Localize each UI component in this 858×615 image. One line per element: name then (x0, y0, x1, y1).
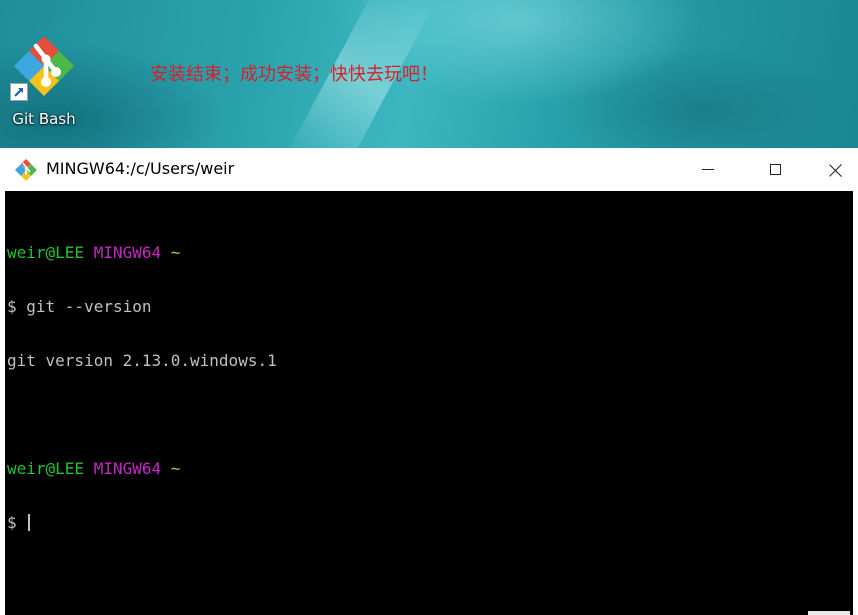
window-title: MINGW64:/c/Users/weir (46, 159, 235, 178)
close-button[interactable] (813, 148, 858, 191)
scrollbar-corner (808, 611, 850, 615)
prompt-system: MINGW64 (93, 459, 162, 478)
command-output: git version 2.13.0.windows.1 (7, 351, 277, 370)
prompt-path: ~ (170, 459, 181, 478)
close-icon (829, 163, 843, 177)
terminal-window[interactable]: MINGW64:/c/Users/weir weir@LEE MINGW64 ~… (0, 148, 858, 615)
desktop-icon-label: Git Bash (12, 110, 76, 128)
git-bash-shortcut[interactable]: Git Bash (4, 30, 84, 134)
prompt-user: weir@LEE (7, 459, 85, 478)
prompt-line: weir@LEE MINGW64 ~ (7, 244, 853, 262)
prompt-path: ~ (170, 243, 181, 262)
minimize-icon (702, 169, 714, 170)
text-cursor (28, 514, 31, 531)
input-prefix: $ (7, 513, 27, 532)
input-line[interactable]: $ (7, 514, 853, 532)
title-bar[interactable]: MINGW64:/c/Users/weir (0, 148, 858, 191)
shortcut-arrow-icon (10, 83, 28, 101)
maximize-button[interactable] (745, 148, 805, 191)
mingw-window-icon (15, 159, 37, 181)
prompt-system: MINGW64 (93, 243, 162, 262)
terminal-output[interactable]: weir@LEE MINGW64 ~ $ git --version git v… (5, 191, 853, 615)
prompt-line: weir@LEE MINGW64 ~ (7, 460, 853, 478)
annotation-text: 安装结束；成功安装；快快去玩吧！ (150, 64, 438, 85)
minimize-button[interactable] (678, 148, 738, 191)
prompt-user: weir@LEE (7, 243, 85, 262)
command-line: $ git --version (7, 297, 152, 316)
maximize-icon (769, 164, 781, 175)
desktop-background: Git Bash 安装结束；成功安装；快快去玩吧！ (0, 0, 858, 148)
